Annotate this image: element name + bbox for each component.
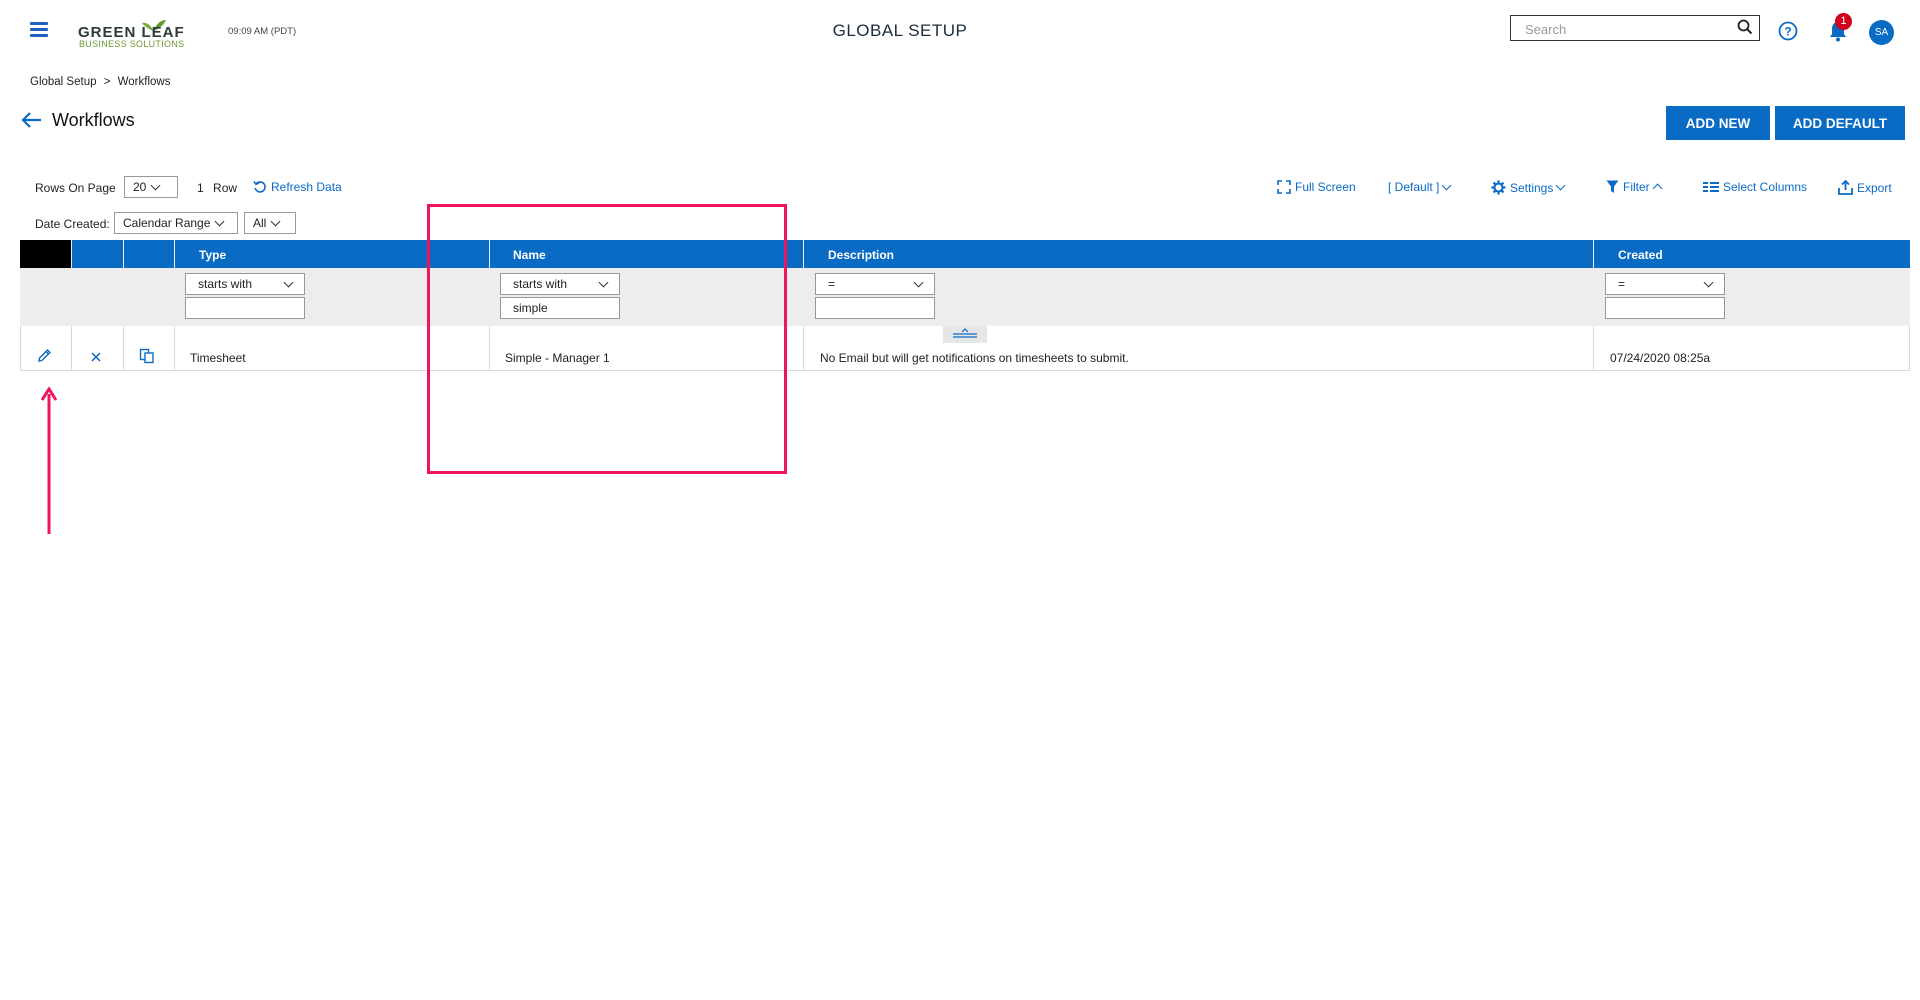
cell-type: Timesheet: [190, 351, 246, 365]
date-created-label: Date Created:: [35, 217, 110, 231]
description-filter-operator[interactable]: =: [815, 273, 935, 295]
header-divider: [71, 240, 72, 268]
filter-icon: [1606, 180, 1619, 193]
filter-button[interactable]: Filter: [1606, 180, 1663, 194]
view-selector-label: [ Default ]: [1388, 180, 1440, 194]
cell-divider: [1593, 326, 1594, 371]
page-title: Workflows: [52, 110, 135, 130]
breadcrumb: Global Setup > Workflows: [30, 76, 174, 88]
rows-on-page-label: Rows On Page: [35, 181, 116, 195]
chevron-down-icon: [150, 180, 161, 190]
chevron-down-icon: [913, 277, 924, 287]
date-all-select[interactable]: All: [244, 212, 296, 234]
export-label: Export: [1857, 180, 1892, 195]
breadcrumb-separator: >: [103, 76, 111, 88]
row-count: 1 Row: [197, 181, 237, 195]
full-screen-button[interactable]: Full Screen: [1277, 180, 1356, 194]
breadcrumb-root[interactable]: Global Setup: [30, 76, 97, 88]
cell-description: No Email but will get notifications on t…: [820, 351, 1129, 365]
chevron-up-icon: [1652, 183, 1663, 194]
view-selector[interactable]: [ Default ]: [1388, 180, 1452, 194]
columns-icon: [1703, 182, 1719, 192]
grid-header-select-all[interactable]: [20, 240, 71, 268]
type-filter-input[interactable]: [185, 297, 305, 319]
filter-collapse-handle[interactable]: [943, 326, 987, 343]
svg-text:?: ?: [1784, 25, 1791, 39]
row-count-number: 1: [197, 181, 204, 195]
date-all-value: All: [253, 216, 267, 230]
settings-button[interactable]: Settings: [1491, 180, 1566, 195]
refresh-data-label: Refresh Data: [271, 180, 342, 194]
settings-label: Settings: [1510, 180, 1554, 195]
rows-on-page-value: 20: [133, 180, 147, 194]
gear-icon: [1491, 180, 1506, 195]
column-header-type[interactable]: Type: [199, 248, 226, 262]
export-icon: [1838, 180, 1853, 195]
description-filter-operator-value: =: [828, 277, 836, 291]
refresh-data-button[interactable]: Refresh Data: [253, 180, 342, 194]
add-new-button[interactable]: ADD NEW: [1666, 106, 1770, 140]
help-icon[interactable]: ?: [1778, 21, 1798, 41]
type-filter-operator-value: starts with: [198, 277, 253, 291]
back-arrow-icon[interactable]: [21, 111, 43, 129]
date-range-value: Calendar Range: [123, 216, 211, 230]
row-count-label: Row: [213, 181, 238, 195]
cell-created: 07/24/2020 08:25a: [1610, 351, 1711, 365]
cell-divider: [803, 326, 804, 371]
full-screen-label: Full Screen: [1295, 180, 1356, 194]
annotation-highlight-box: [427, 204, 787, 474]
edit-icon[interactable]: [37, 348, 52, 368]
header-divider: [803, 240, 804, 268]
header-divider: [1593, 240, 1594, 268]
filter-label: Filter: [1623, 180, 1650, 194]
search-icon[interactable]: [1737, 19, 1753, 40]
header-divider: [174, 240, 175, 268]
search-input[interactable]: [1523, 17, 1727, 41]
cell-divider: [71, 326, 72, 371]
export-button[interactable]: Export: [1838, 180, 1892, 195]
chevron-down-icon: [214, 216, 225, 226]
created-filter-input[interactable]: [1605, 297, 1725, 319]
select-columns-button[interactable]: Select Columns: [1703, 180, 1807, 194]
copy-icon[interactable]: [139, 348, 155, 369]
column-header-description[interactable]: Description: [828, 248, 894, 262]
refresh-icon: [253, 181, 266, 193]
cell-divider: [123, 326, 124, 371]
annotation-arrow-icon: [40, 386, 58, 534]
breadcrumb-current: Workflows: [117, 76, 171, 88]
type-filter-operator[interactable]: starts with: [185, 273, 305, 295]
chevron-down-icon: [1703, 277, 1714, 287]
cell-divider: [174, 326, 175, 371]
full-screen-icon: [1277, 180, 1291, 194]
column-header-created[interactable]: Created: [1618, 248, 1663, 262]
rows-on-page-select[interactable]: 20: [124, 176, 178, 198]
created-filter-operator-value: =: [1618, 277, 1626, 291]
chevron-down-icon: [270, 216, 281, 226]
chevron-down-icon: [283, 277, 294, 287]
select-columns-label: Select Columns: [1723, 180, 1808, 194]
avatar[interactable]: SA: [1869, 20, 1894, 45]
created-filter-operator[interactable]: =: [1605, 273, 1725, 295]
notification-badge: 1: [1835, 13, 1852, 30]
header-divider: [123, 240, 124, 268]
search-box[interactable]: [1510, 15, 1760, 41]
date-range-select[interactable]: Calendar Range: [114, 212, 238, 234]
chevron-down-icon: [1441, 180, 1452, 190]
collapse-icon: [953, 328, 977, 338]
delete-icon[interactable]: [90, 350, 102, 368]
add-default-button[interactable]: ADD DEFAULT: [1775, 106, 1905, 140]
chevron-down-icon: [1555, 180, 1566, 191]
description-filter-input[interactable]: [815, 297, 935, 319]
